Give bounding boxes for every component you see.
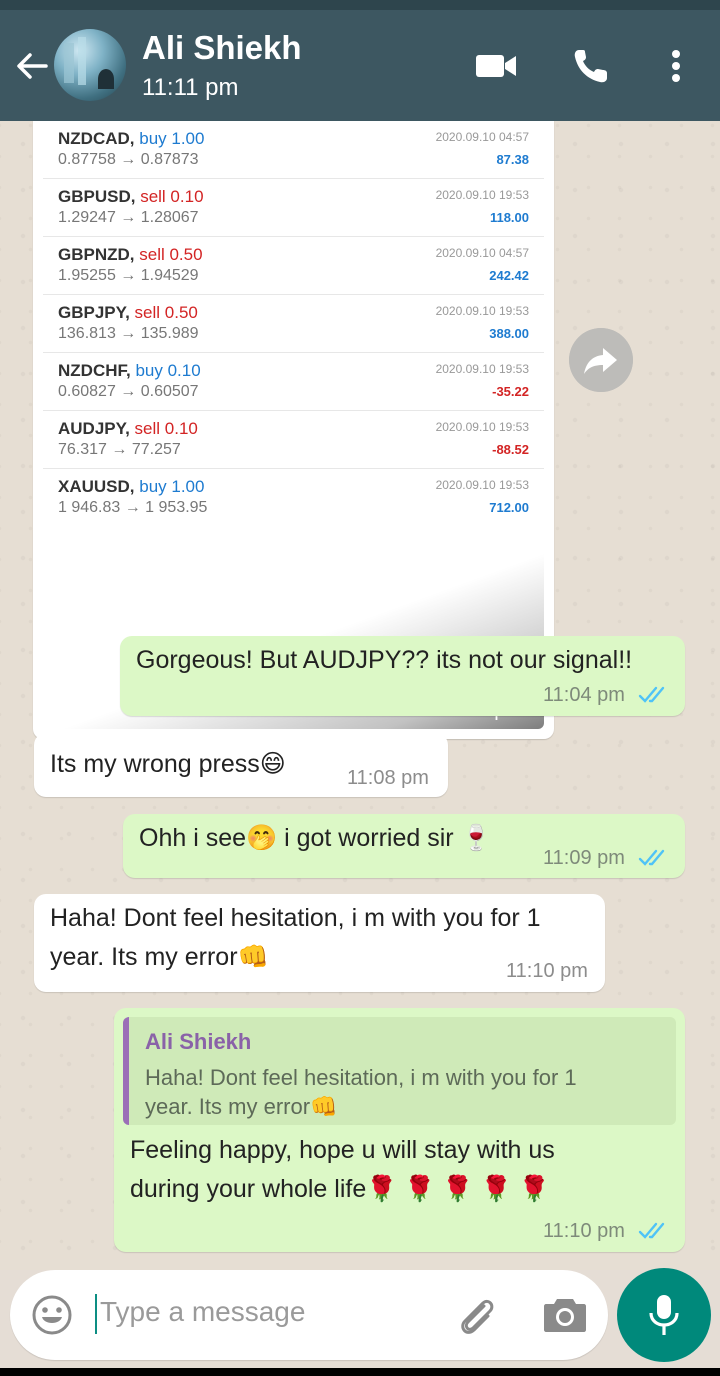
- chat-header: Ali Shiekh 11:11 pm: [0, 10, 720, 121]
- incoming-message[interactable]: Haha! Dont feel hesitation, i m with you…: [34, 894, 605, 992]
- status-bar: [0, 0, 720, 10]
- system-nav-bar: [0, 1368, 720, 1376]
- trade-row: GBPNZD, sell 0.50 1.95255 → 1.94529 2020…: [43, 237, 544, 295]
- rose-emoji: 🌹 🌹 🌹 🌹 🌹: [366, 1175, 550, 1203]
- trade-row: GBPUSD, sell 0.10 1.29247 → 1.28067 2020…: [43, 179, 544, 237]
- emoji-icon[interactable]: [30, 1293, 74, 1337]
- outgoing-message[interactable]: Ohh i see🤭 i got worried sir 🍷 11:09 pm: [123, 814, 685, 878]
- more-options-icon[interactable]: [654, 46, 698, 86]
- trade-row: NZDCAD, buy 1.00 0.87758 → 0.87873 2020.…: [43, 121, 544, 179]
- message-text: Haha! Dont feel hesitation, i m with you…: [50, 904, 541, 932]
- message-text: Feeling happy, hope u will stay with us: [130, 1136, 555, 1164]
- outgoing-message[interactable]: Gorgeous! But AUDJPY?? its not our signa…: [120, 636, 685, 716]
- attach-icon[interactable]: [454, 1292, 500, 1338]
- message-time: 11:09 pm: [543, 847, 625, 869]
- wine-glass-emoji: 🍷: [460, 824, 492, 852]
- message-text: Gorgeous! But AUDJPY?? its not our signa…: [136, 646, 633, 674]
- trade-row: NZDCHF, buy 0.10 0.60827 → 0.60507 2020.…: [43, 353, 544, 411]
- back-arrow-icon[interactable]: [12, 46, 52, 86]
- quoted-text: Haha! Dont feel hesitation, i m with you…: [145, 1065, 577, 1119]
- message-text: i got worried sir: [277, 824, 461, 852]
- quoted-message[interactable]: Ali Shiekh Haha! Dont feel hesitation, i…: [123, 1017, 676, 1125]
- message-input[interactable]: [100, 1296, 440, 1328]
- trade-row: AUDJPY, sell 0.10 76.317 → 77.257 2020.0…: [43, 411, 544, 469]
- fist-bump-emoji: 👊: [237, 943, 269, 971]
- grinning-emoji: 😄: [259, 750, 286, 778]
- message-text: year. Its my error: [50, 943, 238, 971]
- text-caret: [95, 1294, 97, 1334]
- contact-name[interactable]: Ali Shiekh: [142, 29, 302, 67]
- message-time: 11:10 pm: [506, 960, 588, 982]
- avatar[interactable]: [54, 29, 126, 101]
- outgoing-reply-message[interactable]: Ali Shiekh Haha! Dont feel hesitation, i…: [114, 1008, 685, 1252]
- fist-bump-emoji: 👊: [310, 1094, 338, 1119]
- double-check-icon: [638, 686, 665, 703]
- mic-icon: [649, 1295, 679, 1335]
- message-time: 11:10 pm: [543, 1220, 625, 1242]
- voice-call-icon[interactable]: [570, 46, 614, 86]
- last-seen-time[interactable]: 11:11 pm: [142, 74, 239, 102]
- double-check-icon: [638, 1222, 665, 1239]
- incoming-message[interactable]: Its my wrong press😄 11:08 pm: [34, 733, 448, 797]
- message-text: Its my wrong press: [50, 750, 260, 778]
- message-time: 11:08 pm: [347, 767, 429, 789]
- message-time: 11:04 pm: [543, 684, 625, 706]
- trade-row: XAUUSD, buy 1.00 1 946.83 → 1 953.95 202…: [58, 477, 529, 516]
- video-call-icon[interactable]: [474, 46, 518, 86]
- giggle-emoji: 🤭: [246, 824, 278, 852]
- camera-icon[interactable]: [542, 1293, 588, 1335]
- message-text: Ohh i see: [139, 824, 247, 852]
- message-list[interactable]: NZDCAD, buy 1.00 0.87758 → 0.87873 2020.…: [0, 121, 720, 1270]
- trade-row: GBPJPY, sell 0.50 136.813 → 135.989 2020…: [43, 295, 544, 353]
- double-check-icon: [638, 849, 665, 866]
- message-text: during your whole life: [130, 1175, 367, 1203]
- message-input-box[interactable]: [10, 1270, 608, 1360]
- composer-bar: [0, 1268, 720, 1376]
- quoted-sender: Ali Shiekh: [145, 1029, 252, 1054]
- forward-icon[interactable]: [569, 328, 633, 392]
- mic-button[interactable]: [617, 1268, 711, 1362]
